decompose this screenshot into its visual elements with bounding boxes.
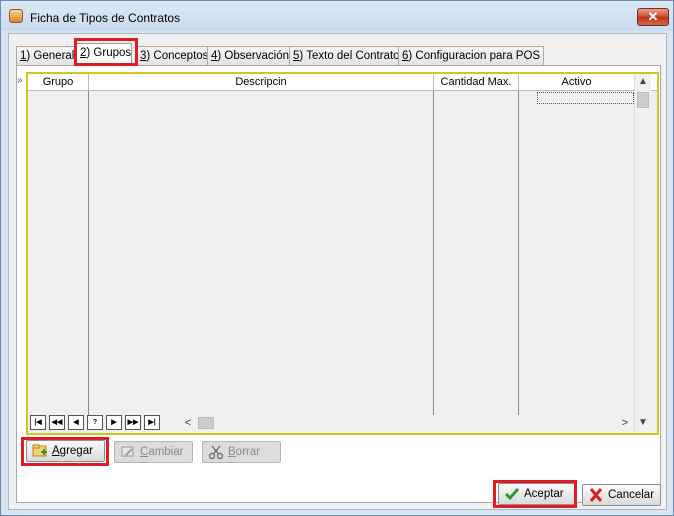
tab-observacion[interactable]: 4) Observación xyxy=(207,46,293,65)
row-indicator: » xyxy=(17,75,23,86)
vertical-scrollbar[interactable]: ▲ ▼ xyxy=(634,74,651,433)
borrar-label: Borrar xyxy=(228,446,260,458)
aceptar-label: Aceptar xyxy=(524,488,564,500)
cambiar-label: Cambiar xyxy=(140,446,184,458)
tab-texto-contrato[interactable]: 5) Texto del Contrato xyxy=(289,46,404,65)
nav-search-button[interactable]: ? xyxy=(87,415,103,430)
cancel-x-icon xyxy=(589,488,603,502)
nav-prev-page-button[interactable]: ◀◀ xyxy=(49,415,65,430)
scroll-down-arrow[interactable]: ▼ xyxy=(635,415,651,431)
column-divider xyxy=(433,91,434,415)
nav-first-button[interactable]: |◀ xyxy=(30,415,46,430)
dialog-window: Ficha de Tipos de Contratos ✕ 1) General… xyxy=(0,0,674,516)
aceptar-button[interactable]: Aceptar xyxy=(498,483,575,505)
nav-last-button[interactable]: ▶| xyxy=(144,415,160,430)
column-header-descripcion[interactable]: Descripcin xyxy=(89,74,434,91)
scroll-up-arrow[interactable]: ▲ xyxy=(635,74,651,90)
column-header-grupo[interactable]: Grupo xyxy=(28,74,89,91)
close-button[interactable]: ✕ xyxy=(637,8,669,26)
cancelar-label: Cancelar xyxy=(608,489,655,501)
window-title: Ficha de Tipos de Contratos xyxy=(30,11,181,25)
column-header-cantidad-max[interactable]: Cantidad Max. xyxy=(434,74,519,91)
app-icon xyxy=(9,9,23,23)
groups-grid[interactable]: Grupo Descripcin Cantidad Max. Activo ▲ … xyxy=(26,72,659,435)
add-folder-icon xyxy=(32,444,47,457)
tab-grupos[interactable]: 2) Grupos xyxy=(76,43,132,66)
cancelar-button[interactable]: Cancelar xyxy=(582,484,661,506)
tab-configuracion-pos[interactable]: 6) Configuracion para POS xyxy=(398,46,545,65)
tab-conceptos[interactable]: 3) Conceptos xyxy=(136,46,213,65)
column-divider xyxy=(518,91,519,415)
focused-cell[interactable] xyxy=(537,92,634,104)
nav-next-button[interactable]: ▶ xyxy=(106,415,122,430)
horizontal-scroll-thumb[interactable] xyxy=(198,417,214,429)
grid-header: Grupo Descripcin Cantidad Max. Activo xyxy=(28,74,657,91)
horizontal-scrollbar[interactable]: < > xyxy=(180,415,634,432)
title-bar: Ficha de Tipos de Contratos ✕ xyxy=(1,1,673,31)
dialog-client-area: 1) General 2) Grupos 3) Conceptos 4) Obs… xyxy=(8,33,667,510)
record-navigator: |◀ ◀◀ ◀ ? ▶ ▶▶ ▶| xyxy=(30,415,180,431)
scissors-icon xyxy=(208,445,224,459)
agregar-button[interactable]: Agregar xyxy=(26,440,105,462)
checkmark-icon xyxy=(504,488,520,501)
edit-record-icon xyxy=(121,446,134,457)
column-header-activo[interactable]: Activo xyxy=(519,74,634,91)
nav-next-page-button[interactable]: ▶▶ xyxy=(125,415,141,430)
vertical-scroll-thumb[interactable] xyxy=(637,92,649,108)
scroll-right-arrow[interactable]: > xyxy=(617,415,633,432)
scroll-left-arrow[interactable]: < xyxy=(180,415,196,432)
cambiar-button[interactable]: Cambiar xyxy=(114,441,193,463)
borrar-button[interactable]: Borrar xyxy=(202,441,281,463)
column-divider xyxy=(88,91,89,415)
nav-prev-button[interactable]: ◀ xyxy=(68,415,84,430)
agregar-label: Agregar xyxy=(52,445,93,457)
tab-general[interactable]: 1) General xyxy=(16,46,79,65)
